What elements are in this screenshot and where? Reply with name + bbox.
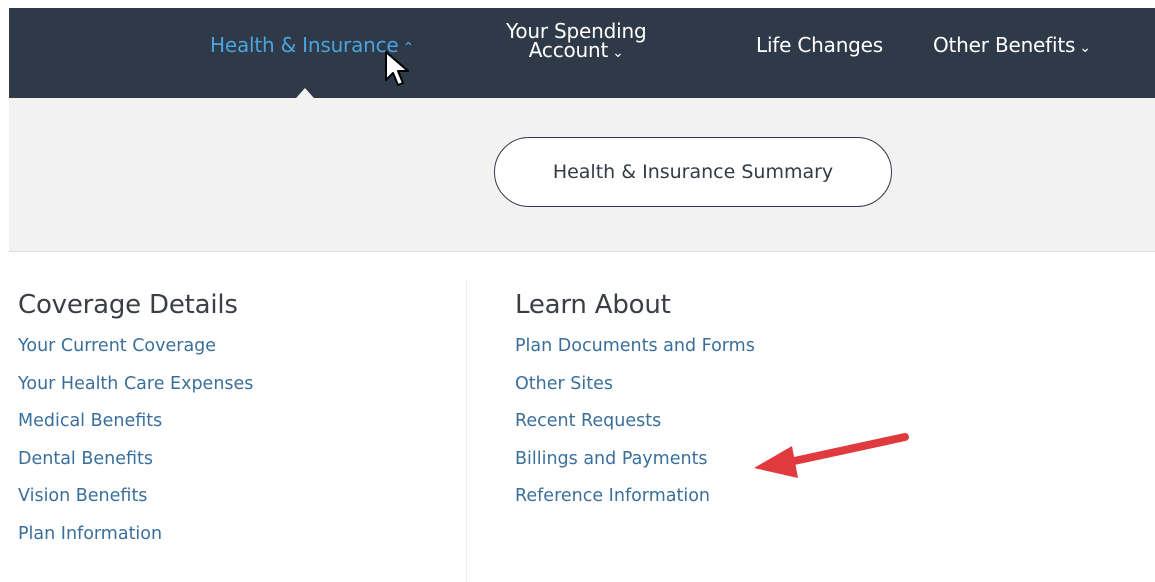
learn-about-column: Learn About Plan Documents and Forms Oth… [515,290,755,524]
nav-other-benefits-label: Other Benefits [933,33,1076,57]
list-item: Plan Documents and Forms [515,336,755,374]
list-item: Your Health Care Expenses [18,374,253,412]
annotation-arrow-icon [754,433,909,478]
link-dental-benefits[interactable]: Dental Benefits [18,449,153,469]
chevron-down-icon: ⌄ [1079,40,1091,56]
list-item: Other Sites [515,374,755,412]
summary-band: Health & Insurance Summary [9,98,1155,252]
list-item: Dental Benefits [18,449,253,487]
list-item: Your Current Coverage [18,336,253,374]
nav-spending-label-line2: Account [528,38,609,62]
list-item: Medical Benefits [18,411,253,449]
link-billings-and-payments[interactable]: Billings and Payments [515,449,708,469]
link-reference-information[interactable]: Reference Information [515,486,710,506]
nav-your-spending-account[interactable]: Your Spending Account ⌄ [506,21,647,63]
list-item: Billings and Payments [515,449,755,487]
coverage-details-column: Coverage Details Your Current Coverage Y… [18,290,253,562]
link-plan-information[interactable]: Plan Information [18,524,162,544]
health-insurance-summary-button[interactable]: Health & Insurance Summary [494,137,892,207]
link-medical-benefits[interactable]: Medical Benefits [18,411,162,431]
link-your-current-coverage[interactable]: Your Current Coverage [18,336,216,356]
coverage-links: Your Current Coverage Your Health Care E… [18,336,253,562]
chevron-down-icon: ⌄ [612,45,624,61]
list-item: Recent Requests [515,411,755,449]
learn-about-heading: Learn About [515,290,671,320]
list-item: Plan Information [18,524,253,562]
nav-other-benefits[interactable]: Other Benefits ⌄ [933,33,1091,57]
learn-links: Plan Documents and Forms Other Sites Rec… [515,336,755,524]
summary-button-label: Health & Insurance Summary [552,161,834,183]
cursor-arrow-icon [385,51,409,86]
page: Health & Insurance ⌃ Your Spending Accoun… [0,0,1155,582]
list-item: Vision Benefits [18,486,253,524]
nav-life-changes[interactable]: Life Changes [756,33,883,57]
link-vision-benefits[interactable]: Vision Benefits [18,486,147,506]
link-plan-documents-and-forms[interactable]: Plan Documents and Forms [515,336,755,356]
coverage-details-heading: Coverage Details [18,290,238,320]
nav-life-changes-label: Life Changes [756,33,883,57]
link-your-health-care-expenses[interactable]: Your Health Care Expenses [18,374,253,394]
link-recent-requests[interactable]: Recent Requests [515,411,661,431]
nav-health-insurance-label: Health & Insurance [210,33,399,57]
link-other-sites[interactable]: Other Sites [515,374,613,394]
list-item: Reference Information [515,486,755,524]
column-divider [466,280,467,582]
top-navigation-bar: Health & Insurance ⌃ Your Spending Accoun… [9,8,1155,106]
